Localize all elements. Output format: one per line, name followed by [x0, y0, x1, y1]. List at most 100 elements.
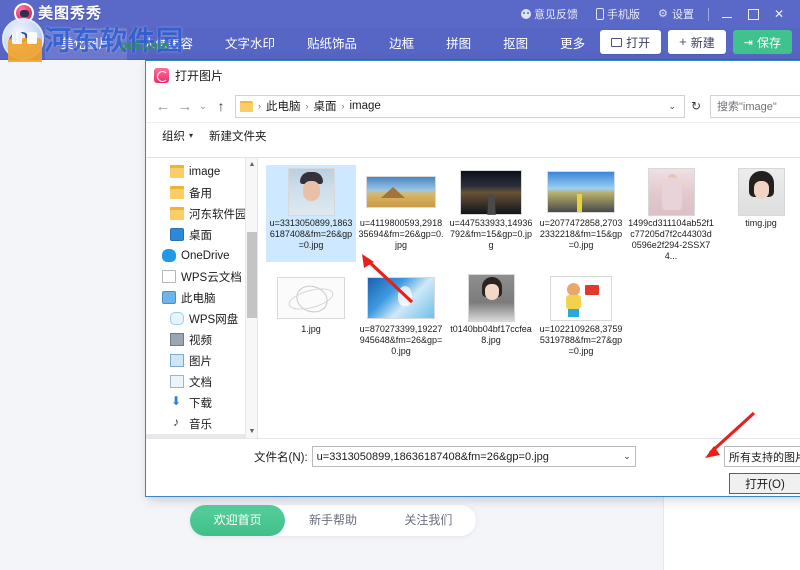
pill-beginner-help[interactable]: 新手帮助 — [285, 505, 380, 536]
search-input[interactable]: 搜索"image" — [710, 95, 800, 118]
tab-portrait-beauty[interactable]: 人像美容 — [127, 28, 209, 60]
file-name: u=1022109268,37595319788&fm=27&gp=0.jpg — [538, 324, 624, 357]
tree-item-label: WPS网盘 — [189, 311, 238, 327]
tree-item-label: OneDrive — [181, 250, 230, 262]
file-item[interactable]: u=3313050899,18636187408&fm=26&gp=0.jpg — [266, 165, 356, 262]
scroll-up-icon[interactable]: ▲ — [246, 158, 258, 171]
cloud-icon — [162, 249, 176, 262]
tab-more[interactable]: 更多 — [544, 28, 601, 60]
breadcrumb[interactable]: › 此电脑 › 桌面 › image ⌄ — [235, 95, 685, 118]
tab-label: 人像美容 — [143, 37, 193, 51]
tree-item-image[interactable]: image — [146, 161, 257, 182]
close-button[interactable]: ✕ — [766, 0, 792, 28]
tab-stickers[interactable]: 贴纸饰品 — [291, 28, 373, 60]
mobile-version-button[interactable]: 手机版 — [587, 0, 649, 28]
minimize-button[interactable] — [714, 0, 740, 28]
breadcrumb-item-this-pc[interactable]: 此电脑 — [263, 98, 304, 114]
recent-locations-button[interactable]: ⌄ — [196, 93, 210, 119]
back-button[interactable]: ← — [152, 93, 174, 119]
tree-item-backup[interactable]: 备用 — [146, 182, 257, 203]
pill-label: 欢迎首页 — [214, 513, 262, 527]
open-file-button[interactable]: 打开 — [600, 30, 661, 54]
breadcrumb-separator: › — [256, 101, 263, 111]
file-item[interactable]: u=2077472858,27032332218&fm=15&gp=0.jpg — [536, 165, 626, 262]
forward-icon: → — [178, 98, 193, 115]
tree-item-music[interactable]: 音乐 — [146, 413, 257, 434]
scrollbar-thumb[interactable] — [247, 232, 257, 318]
tree-item-videos[interactable]: 视频 — [146, 329, 257, 350]
app-brand-label: 美图秀秀 — [38, 2, 102, 23]
breadcrumb-separator: › — [340, 101, 347, 111]
pictures-icon — [170, 354, 184, 367]
pill-welcome-home[interactable]: 欢迎首页 — [190, 505, 285, 536]
settings-label: 设置 — [672, 6, 694, 22]
breadcrumb-item-desktop[interactable]: 桌面 — [311, 98, 340, 114]
scroll-down-icon[interactable]: ▼ — [246, 425, 258, 438]
tab-text-watermark[interactable]: 文字水印 — [209, 28, 291, 60]
folder-icon — [170, 207, 184, 220]
tab-beautify-photo[interactable]: 美化图片 — [45, 28, 127, 60]
app-brand: 美图秀秀 — [14, 2, 102, 23]
tree-item-pictures[interactable]: 图片 — [146, 350, 257, 371]
navigation-pane: image 备用 河东软件园 桌面 OneDrive WPS云文档 此电脑 WP… — [146, 158, 258, 438]
plus-icon: + — [679, 37, 687, 47]
open-image-dialog: 打开图片 ← → ⌄ ↑ › 此电脑 › 桌面 › image ⌄ ↻ 搜索"i… — [145, 60, 800, 497]
tab-label: 贴纸饰品 — [307, 37, 357, 51]
dialog-open-button[interactable]: 打开(O) — [729, 473, 800, 494]
search-placeholder: 搜索"image" — [717, 98, 777, 114]
file-item[interactable]: u=1022109268,37595319788&fm=27&gp=0.jpg — [536, 271, 626, 357]
filename-input[interactable]: u=3313050899,18636187408&fm=26&gp=0.jpg … — [312, 446, 636, 467]
settings-button[interactable]: ⚙ 设置 — [649, 0, 703, 28]
new-folder-button[interactable]: 新建文件夹 — [201, 128, 275, 144]
filetype-select[interactable]: 所有支持的图片格 — [724, 446, 800, 467]
feedback-button[interactable]: 意见反馈 — [512, 0, 587, 28]
tree-item-label: 图片 — [189, 353, 212, 369]
up-one-level-button[interactable]: ↑ — [210, 93, 232, 119]
tree-item-label: 河东软件园 — [189, 206, 247, 222]
new-file-button[interactable]: + 新建 — [668, 30, 726, 54]
file-item[interactable]: 1.jpg — [266, 271, 356, 357]
file-name: t0140bb04bf17ccfea8.jpg — [448, 324, 534, 346]
file-thumbnail — [367, 169, 435, 215]
tree-item-label: 视频 — [189, 332, 212, 348]
tree-item-this-pc[interactable]: 此电脑 — [146, 287, 257, 308]
tab-cutout[interactable]: 抠图 — [487, 28, 544, 60]
tree-item-hedong[interactable]: 河东软件园 — [146, 203, 257, 224]
tab-collage[interactable]: 拼图 — [430, 28, 487, 60]
breadcrumb-separator: › — [304, 101, 311, 111]
file-item[interactable]: u=4119800593,291835694&fm=26&gp=0.jpg — [356, 165, 446, 262]
save-button[interactable]: ⇥ 保存 — [733, 30, 792, 54]
organize-button[interactable]: 组织 ▾ — [154, 128, 201, 144]
tree-item-label: 备用 — [189, 185, 212, 201]
tree-item-wps-drive[interactable]: WPS网盘 — [146, 308, 257, 329]
file-thumbnail — [457, 169, 525, 215]
tree-item-desktop[interactable]: 桌面 — [146, 224, 257, 245]
file-item[interactable]: t0140bb04bf17ccfea8.jpg — [446, 271, 536, 357]
filetype-value: 所有支持的图片格 — [729, 449, 800, 465]
file-name: u=3313050899,18636187408&fm=26&gp=0.jpg — [268, 218, 354, 251]
tree-item-onedrive[interactable]: OneDrive — [146, 245, 257, 266]
picture-icon — [611, 38, 622, 47]
file-item[interactable]: u=447533933,14936792&fm=15&gp=0.jpg — [446, 165, 536, 262]
refresh-button[interactable]: ↻ — [685, 93, 707, 119]
pill-follow-us[interactable]: 关注我们 — [381, 505, 476, 536]
tab-border[interactable]: 边框 — [373, 28, 430, 60]
tree-item-label: 下载 — [189, 395, 212, 411]
tree-item-wps-cloud-doc[interactable]: WPS云文档 — [146, 266, 257, 287]
tree-item-downloads[interactable]: 下载 — [146, 392, 257, 413]
chevron-down-icon: ⌄ — [199, 101, 207, 112]
nav-tabs: 美化图片 人像美容 文字水印 贴纸饰品 边框 拼图 抠图 更多 — [45, 28, 601, 60]
forward-button[interactable]: → — [174, 93, 196, 119]
refresh-icon: ↻ — [691, 99, 701, 113]
chevron-down-icon[interactable]: ⌄ — [668, 101, 680, 112]
file-item[interactable]: timg.jpg — [716, 165, 800, 262]
tree-item-documents[interactable]: 文档 — [146, 371, 257, 392]
header-divider — [708, 8, 709, 21]
file-item[interactable]: u=870273399,19227945648&fm=26&gp=0.jpg — [356, 271, 446, 357]
maximize-button[interactable] — [740, 0, 766, 28]
navigation-pane-scrollbar[interactable]: ▲ ▼ — [245, 158, 257, 438]
new-folder-label: 新建文件夹 — [209, 128, 267, 144]
breadcrumb-item-image[interactable]: image — [347, 100, 384, 112]
chevron-down-icon[interactable]: ⌄ — [623, 451, 631, 462]
file-item[interactable]: 1499cd311104ab52f1c77205d7f2c44303d0596e… — [626, 165, 716, 262]
